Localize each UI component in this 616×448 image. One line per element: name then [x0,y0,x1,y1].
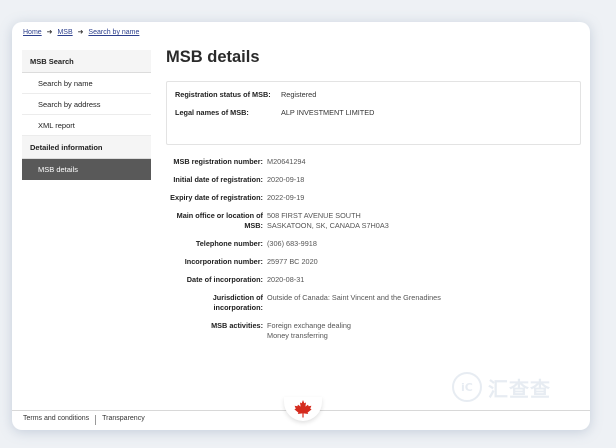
incorporation-number-label: Incorporation number: [184,257,263,266]
detail-row-telephone: Telephone number: (306) 683-9918 [166,239,582,249]
summary-row-legal-names: Legal names of MSB: ALP INVESTMENT LIMIT… [175,108,580,118]
expiry-date-value: 2022-09-19 [267,193,305,202]
sidebar: MSB Search Search by name Search by addr… [22,50,151,180]
detail-row-incorporation-date: Date of incorporation: 2020-08-31 [166,275,582,285]
activities-label: MSB activities: [211,321,263,330]
registration-number-label: MSB registration number: [173,157,263,166]
footer-separator [95,415,97,425]
activity-item: Foreign exchange dealing [267,321,351,330]
ic-logo-icon: iC [452,372,482,402]
detail-row-incorporation-number: Incorporation number: 25977 BC 2020 [166,257,582,267]
detail-row-initial-date: Initial date of registration: 2020-09-18 [166,175,582,185]
breadcrumb-arrow-icon: ➜ [77,29,84,36]
activities-value: Foreign exchange dealing Money transferr… [267,321,351,341]
expiry-date-label: Expiry date of registration: [170,193,263,202]
breadcrumb-arrow-icon: ➜ [46,29,53,36]
detail-row-main-office: Main office or location of MSB: 508 FIRS… [166,211,582,231]
main-card: Home ➜ MSB ➜ Search by name MSB Search S… [12,22,590,430]
detail-row-activities: MSB activities: Foreign exchange dealing… [166,321,582,341]
watermark: iC 汇查查 [452,372,551,402]
main-office-line-2: SASKATOON, SK, CANADA S7H0A3 [267,221,389,230]
sidebar-item-search-by-name[interactable]: Search by name [22,73,151,94]
breadcrumb-search-link[interactable]: Search by name [88,29,139,36]
main-office-label: Main office or location of MSB: [176,211,263,230]
detail-row-jurisdiction: Jurisdiction of incorporation: Outside o… [166,293,582,313]
activity-item: Money transferring [267,331,328,340]
maple-leaf-badge [284,397,322,421]
transparency-link[interactable]: Transparency [102,415,145,425]
registration-number-value: M20641294 [267,157,306,166]
details-list: MSB registration number: M20641294 Initi… [166,157,582,341]
main-office-value: 508 FIRST AVENUE SOUTH SASKATOON, SK, CA… [267,211,389,231]
svg-text:iC: iC [461,381,473,394]
legal-names-value: ALP INVESTMENT LIMITED [281,107,375,117]
detail-row-expiry-date: Expiry date of registration: 2022-09-19 [166,193,582,203]
status-label: Registration status of MSB: [175,90,271,99]
telephone-label: Telephone number: [195,239,263,248]
sidebar-item-search-by-address[interactable]: Search by address [22,94,151,115]
status-value: Registered [281,90,317,99]
jurisdiction-value: Outside of Canada: Saint Vincent and the… [267,293,441,302]
incorporation-number-value: 25977 BC 2020 [267,257,318,266]
breadcrumb-home-link[interactable]: Home [23,29,42,36]
footer: Terms and conditions Transparency [23,415,145,425]
sidebar-item-xml-report[interactable]: XML report [22,115,151,136]
maple-leaf-icon [294,400,312,418]
page-title: MSB details [166,48,260,66]
incorporation-date-label: Date of incorporation: [186,275,263,284]
initial-date-label: Initial date of registration: [173,175,263,184]
terms-link[interactable]: Terms and conditions [23,415,89,425]
sidebar-section-detailed-info: Detailed information [22,136,151,159]
incorporation-date-value: 2020-08-31 [267,275,305,284]
watermark-text: 汇查查 [488,378,551,401]
sidebar-item-msb-details[interactable]: MSB details [22,159,151,180]
initial-date-value: 2020-09-18 [267,175,305,184]
main-office-line-1: 508 FIRST AVENUE SOUTH [267,211,361,220]
telephone-value: (306) 683-9918 [267,239,317,248]
breadcrumb-msb-link[interactable]: MSB [57,29,72,36]
detail-row-registration-number: MSB registration number: M20641294 [166,157,582,167]
jurisdiction-label: Jurisdiction of incorporation: [212,293,263,312]
summary-row-status: Registration status of MSB: Registered [175,90,580,100]
breadcrumb: Home ➜ MSB ➜ Search by name [23,28,139,36]
main-content: MSB details Registration status of MSB: … [166,48,582,349]
sidebar-section-msb-search: MSB Search [22,50,151,73]
legal-names-label: Legal names of MSB: [175,107,249,117]
summary-box: Registration status of MSB: Registered L… [166,81,581,145]
